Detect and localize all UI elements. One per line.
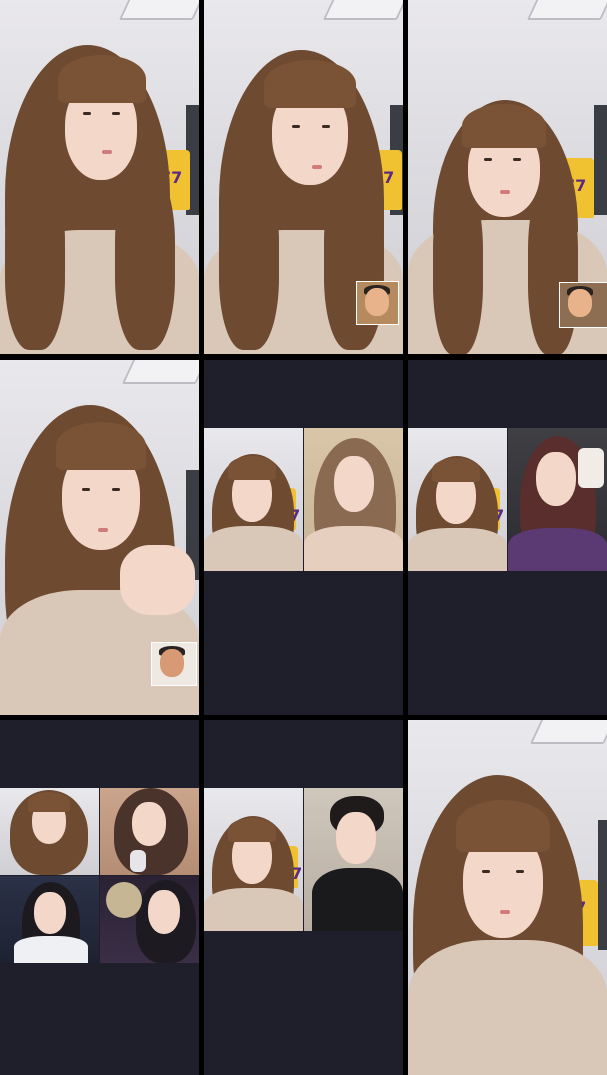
split-tile-2[interactable] <box>508 428 607 571</box>
ceiling-light <box>322 0 403 20</box>
ceiling-light <box>121 360 199 384</box>
doorway <box>598 820 607 950</box>
video-panel-8[interactable] <box>204 720 403 1075</box>
split-tile-3[interactable] <box>0 876 99 963</box>
video-panel-1[interactable] <box>0 0 199 354</box>
video-panel-9[interactable] <box>408 720 607 1075</box>
ceiling-light <box>529 720 607 744</box>
split-tile-1[interactable] <box>204 428 303 571</box>
split-tile-2[interactable] <box>100 788 199 875</box>
pip-guest-video[interactable] <box>151 642 197 686</box>
split-tile-2[interactable] <box>304 428 403 571</box>
split-tile-4[interactable] <box>100 876 199 963</box>
video-panel-2[interactable] <box>204 0 403 354</box>
video-panel-5[interactable] <box>204 360 403 715</box>
pip-guest-video[interactable] <box>356 281 399 325</box>
split-tile-2[interactable] <box>304 788 403 931</box>
video-panel-4[interactable] <box>0 360 199 715</box>
split-grid <box>0 788 199 963</box>
video-panel-6[interactable] <box>408 360 607 715</box>
split-tile-1[interactable] <box>204 788 303 931</box>
split-row <box>204 788 403 931</box>
split-tile-1[interactable] <box>0 788 99 875</box>
ceiling-light <box>118 0 199 20</box>
video-panel-3[interactable] <box>408 0 607 354</box>
split-row <box>204 428 403 571</box>
split-row <box>408 428 607 571</box>
split-tile-1[interactable] <box>408 428 507 571</box>
pip-guest-video[interactable] <box>559 282 607 328</box>
doorway <box>594 105 607 215</box>
video-panel-7[interactable] <box>0 720 199 1075</box>
video-grid <box>0 0 607 1075</box>
ceiling-light <box>526 0 607 20</box>
